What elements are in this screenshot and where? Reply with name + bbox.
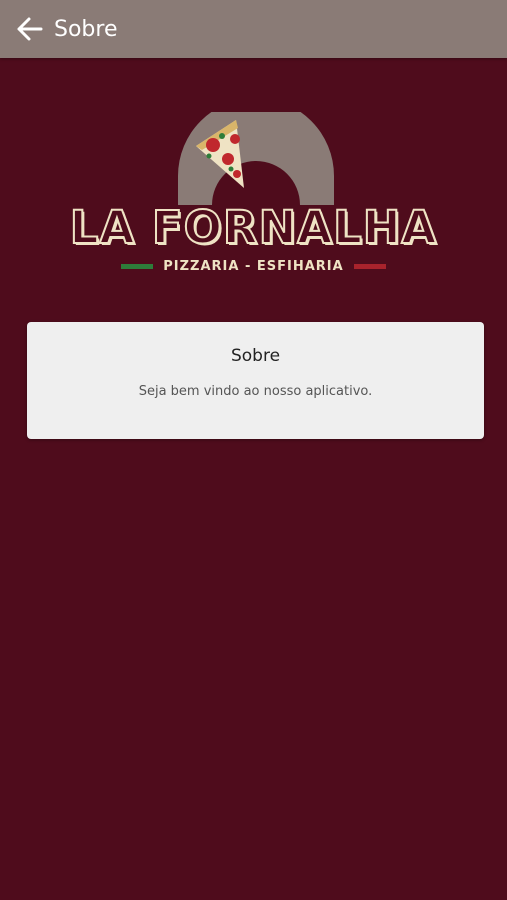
card-body: Seja bem vindo ao nosso aplicativo.	[138, 384, 373, 399]
green-stripe	[121, 263, 154, 269]
back-button[interactable]	[6, 0, 52, 58]
red-stripe	[353, 263, 386, 269]
brand-name: LA FORNALHA	[69, 200, 438, 255]
page-title: Sobre	[54, 16, 118, 42]
arrow-left-icon	[17, 17, 43, 41]
about-card: Sobre Seja bem vindo ao nosso aplicativo…	[27, 322, 484, 439]
card-title: Sobre	[230, 346, 281, 366]
tagline: PIZZARIA - ESFIHARIA	[163, 258, 344, 274]
app-bar: Sobre	[0, 0, 507, 58]
tagline-row: PIZZARIA - ESFIHARIA	[0, 257, 507, 275]
